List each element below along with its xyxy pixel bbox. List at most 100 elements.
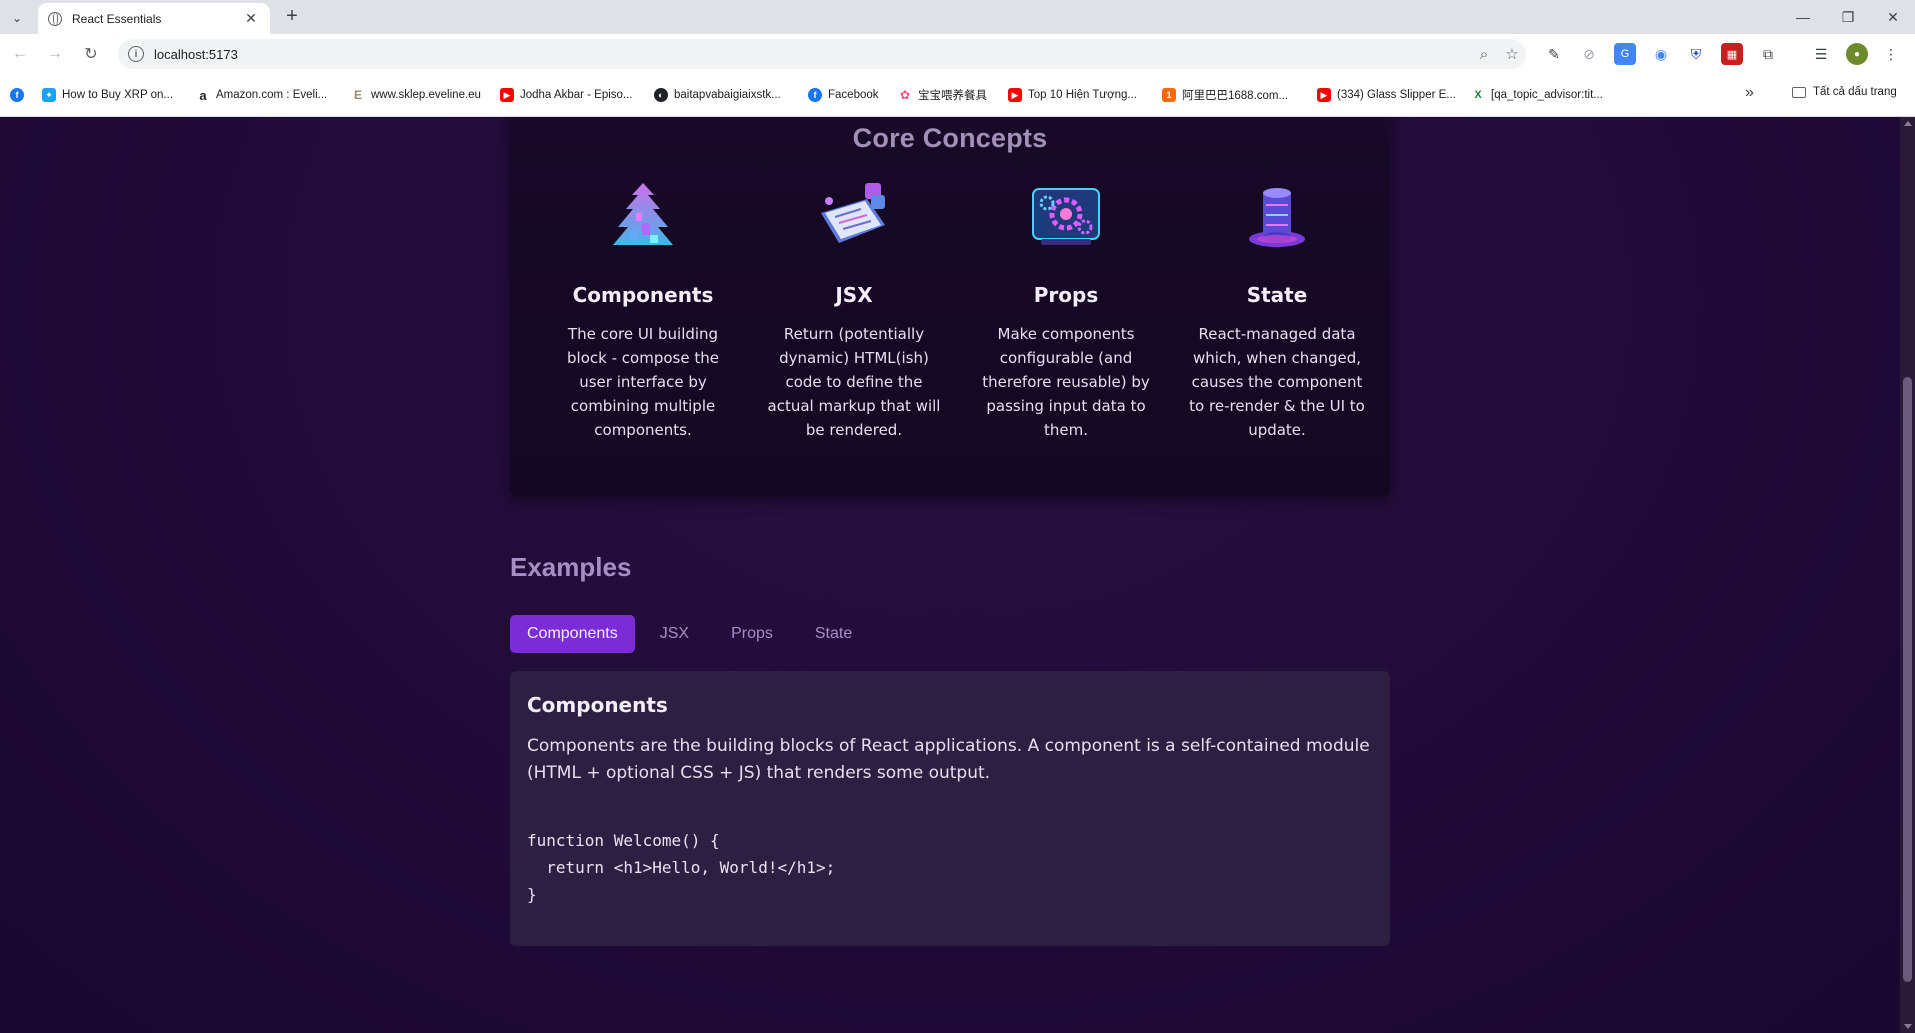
- bookmark-item[interactable]: f Facebook: [808, 86, 879, 104]
- components-icon: [598, 173, 688, 263]
- scroll-down-arrow-icon[interactable]: [1904, 1024, 1912, 1029]
- facebook-icon: f: [808, 88, 822, 102]
- bookmark-label: How to Buy XRP on...: [62, 89, 174, 101]
- restore-button[interactable]: ❐: [1826, 0, 1870, 34]
- extensions-puzzle-icon[interactable]: ⧉: [1757, 43, 1779, 65]
- bookmark-item[interactable]: ◐ baitapvabaigiaixstk...: [654, 86, 781, 104]
- qa-icon: X: [1471, 88, 1485, 102]
- youtube-icon: ▶: [1008, 88, 1022, 102]
- more-bookmarks-icon[interactable]: »: [1745, 84, 1754, 102]
- bookmark-star-icon[interactable]: ☆: [1498, 40, 1526, 68]
- eveline-icon: E: [351, 88, 365, 102]
- bookmark-label: 阿里巴巴1688.com...: [1182, 90, 1289, 102]
- reload-icon: ↻: [84, 46, 98, 63]
- tab-content-title: Components: [527, 693, 668, 717]
- concept-card-jsx: JSX Return (potentially dynamic) HTML(is…: [761, 173, 947, 442]
- bookmark-item[interactable]: X [qa_topic_advisor:tit...: [1471, 86, 1603, 104]
- examples-tab-menu: Components JSX Props State: [510, 615, 877, 653]
- tab-props[interactable]: Props: [714, 615, 790, 653]
- state-icon: [1232, 173, 1322, 263]
- arrow-left-icon: ←: [12, 45, 28, 62]
- concept-description: React-managed data which, when changed, …: [1189, 325, 1365, 439]
- core-concepts-title: Core Concepts: [852, 123, 1048, 153]
- arrow-right-icon: →: [47, 45, 63, 62]
- all-bookmarks-folder[interactable]: Tất cả dấu trang: [1792, 86, 1897, 98]
- concept-description: Make components configurable (and theref…: [982, 325, 1150, 439]
- globe-icon: ◐: [654, 88, 668, 102]
- profile-avatar[interactable]: ●: [1846, 43, 1868, 65]
- bookmark-label: [qa_topic_advisor:tit...: [1491, 89, 1603, 101]
- page-scrollbar[interactable]: [1900, 117, 1915, 1033]
- site-info-icon[interactable]: i: [128, 46, 144, 62]
- tab-title: React Essentials: [72, 11, 162, 26]
- scrollbar-thumb[interactable]: [1903, 377, 1912, 982]
- bookmark-label: (334) Glass Slipper E...: [1337, 89, 1456, 101]
- concept-title: JSX: [835, 283, 873, 307]
- concept-card-state: State React-managed data which, when cha…: [1184, 173, 1370, 442]
- concept-description: The core UI building block - compose the…: [567, 325, 719, 439]
- xrp-icon: ✦: [42, 88, 56, 102]
- youtube-icon: ▶: [500, 88, 514, 102]
- url-text[interactable]: localhost:5173: [154, 47, 1470, 62]
- tab-jsx[interactable]: JSX: [643, 615, 706, 653]
- bookmark-label: baitapvabaigiaixstk...: [674, 89, 781, 101]
- red-extension-icon[interactable]: ▦: [1721, 43, 1743, 65]
- menu-kebab-icon[interactable]: ⋮: [1880, 43, 1902, 65]
- address-bar[interactable]: i localhost:5173 ⌕ ☆: [118, 39, 1526, 69]
- tab-content-panel: Components Components are the building b…: [510, 671, 1390, 946]
- bookmarks-bar: f ✦ How to Buy XRP on... a Amazon.com : Ev…: [0, 74, 1915, 117]
- bookmark-item[interactable]: ▶ Jodha Akbar - Episo...: [500, 86, 633, 104]
- tab-state[interactable]: State: [798, 615, 869, 653]
- bookmark-label: Amazon.com : Eveli...: [216, 89, 328, 101]
- minimize-button[interactable]: —: [1781, 0, 1825, 34]
- search-extension-icon[interactable]: ◉: [1650, 43, 1672, 65]
- new-tab-button[interactable]: +: [280, 5, 304, 29]
- bookmark-item[interactable]: Ewww.sklep.eveline.eu: [351, 86, 481, 104]
- bookmark-item[interactable]: ✦ How to Buy XRP on...: [42, 86, 173, 104]
- bookmark-item[interactable]: a Amazon.com : Eveli...: [196, 86, 327, 104]
- browser-tab[interactable]: React Essentials ✕: [38, 3, 270, 34]
- concept-title: State: [1246, 283, 1308, 307]
- taobao-icon: ✿: [898, 88, 912, 102]
- close-tab-icon[interactable]: ✕: [242, 10, 260, 27]
- chevron-down-icon: ⌄: [11, 11, 23, 25]
- scroll-up-arrow-icon[interactable]: [1904, 121, 1912, 126]
- reading-list-icon[interactable]: ☰: [1810, 43, 1832, 65]
- bookmarks-folder-label: Tất cả dấu trang: [1813, 86, 1897, 98]
- zoom-icon[interactable]: ⌕: [1470, 40, 1498, 68]
- back-button[interactable]: ←: [8, 42, 32, 66]
- code-snippet: function Welcome() { return <h1>Hello, W…: [527, 831, 836, 904]
- shield-extension-icon[interactable]: ⛨: [1685, 43, 1707, 65]
- bookmark-label: Jodha Akbar - Episo...: [520, 89, 633, 101]
- alibaba-icon: 1: [1162, 88, 1176, 102]
- folder-icon: [1792, 86, 1806, 98]
- bookmark-label: www.sklep.eveline.eu: [371, 89, 481, 101]
- bookmark-facebook-icon-only[interactable]: f: [10, 86, 30, 104]
- amazon-icon: a: [196, 88, 210, 103]
- bookmark-item[interactable]: ▶ Top 10 Hiện Tượng...: [1008, 86, 1137, 104]
- concept-title: Props: [1033, 283, 1099, 307]
- page-viewport: Core Concepts Components The core UI bui…: [0, 117, 1915, 1033]
- pen-extension-icon[interactable]: ✎: [1543, 43, 1565, 65]
- props-icon: [1021, 173, 1111, 263]
- tab-search-button[interactable]: ⌄: [6, 7, 28, 29]
- bookmark-label: Top 10 Hiện Tượng...: [1028, 89, 1138, 101]
- bookmark-item[interactable]: ✿ 宝宝喂养餐具: [898, 86, 987, 104]
- tab-components[interactable]: Components: [510, 615, 635, 653]
- tab-content-description: Components are the building blocks of Re…: [527, 736, 1370, 783]
- forward-button[interactable]: →: [43, 42, 67, 66]
- close-window-button[interactable]: ✕: [1871, 0, 1915, 34]
- examples-title: Examples: [510, 552, 632, 582]
- browser-tab-strip: ⌄ React Essentials ✕ + — ❐ ✕: [0, 0, 1915, 34]
- jsx-icon: [809, 173, 899, 263]
- concept-card-components: Components The core UI building block - …: [550, 173, 736, 442]
- reload-button[interactable]: ↻: [79, 42, 103, 66]
- concept-title: Components: [572, 283, 714, 307]
- facebook-icon: f: [10, 88, 24, 102]
- compass-extension-icon[interactable]: ⊘: [1578, 43, 1600, 65]
- concept-card-props: Props Make components configurable (and …: [973, 173, 1159, 442]
- bookmark-item[interactable]: 1 阿里巴巴1688.com...: [1162, 86, 1288, 104]
- bookmark-item[interactable]: ▶ (334) Glass Slipper E...: [1317, 86, 1456, 104]
- translate-extension-icon[interactable]: G: [1614, 43, 1636, 65]
- core-concepts-section: Core Concepts Components The core UI bui…: [510, 117, 1390, 496]
